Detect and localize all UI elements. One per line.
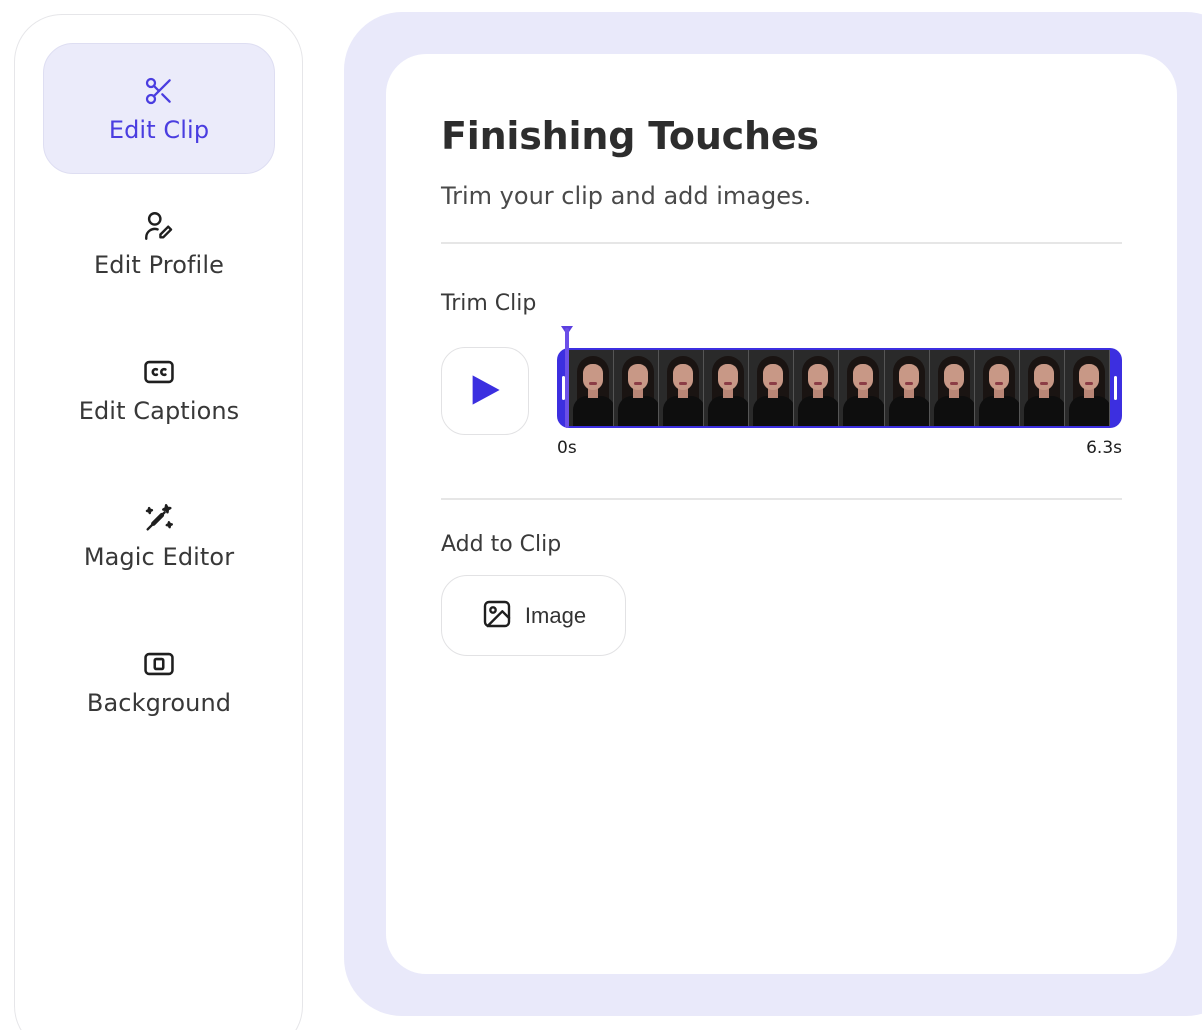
image-icon bbox=[481, 598, 513, 633]
video-frame-thumbnail bbox=[749, 350, 795, 426]
video-frame-thumbnail bbox=[659, 350, 705, 426]
sidebar-item-label: Edit Clip bbox=[108, 115, 210, 144]
sidebar-item-label: Edit Profile bbox=[94, 251, 224, 279]
video-frame-thumbnail bbox=[569, 350, 615, 426]
add-image-button-label: Image bbox=[524, 602, 587, 628]
sidebar-item-background[interactable]: Background bbox=[43, 647, 275, 717]
magic-wand-icon bbox=[142, 501, 176, 535]
video-frame-thumbnail bbox=[1064, 350, 1110, 426]
video-frame-thumbnail bbox=[839, 350, 885, 426]
play-icon bbox=[468, 372, 502, 411]
app-root: Edit Clip Edit Profile Edit Captions Mag… bbox=[0, 0, 1202, 1030]
add-image-button[interactable]: Image bbox=[441, 575, 626, 656]
video-frame-thumbnail bbox=[614, 350, 660, 426]
video-frame-thumbnail bbox=[929, 350, 975, 426]
playhead[interactable] bbox=[565, 328, 569, 428]
trim-clip-label: Trim Clip bbox=[441, 291, 537, 316]
page-title: Finishing Touches bbox=[441, 114, 819, 158]
sidebar: Edit Clip Edit Profile Edit Captions Mag… bbox=[14, 14, 303, 1030]
divider bbox=[441, 498, 1122, 500]
sidebar-item-label: Background bbox=[86, 689, 232, 717]
trim-start-time: 0s bbox=[557, 438, 577, 458]
play-button[interactable] bbox=[441, 347, 529, 435]
video-frame-thumbnail bbox=[1019, 350, 1065, 426]
sidebar-item-edit-captions[interactable]: Edit Captions bbox=[43, 355, 275, 425]
video-frame-thumbnail bbox=[974, 350, 1020, 426]
timeline-track bbox=[557, 348, 1122, 428]
trim-end-time: 6.3s bbox=[1086, 438, 1122, 458]
page-subtitle: Trim your clip and add images. bbox=[441, 182, 812, 210]
user-edit-icon bbox=[142, 209, 176, 243]
scissors-icon bbox=[142, 74, 176, 108]
add-to-clip-label: Add to Clip bbox=[441, 532, 562, 557]
sidebar-item-label: Magic Editor bbox=[83, 543, 235, 571]
divider bbox=[441, 242, 1122, 244]
sidebar-item-edit-clip[interactable]: Edit Clip bbox=[43, 43, 275, 174]
sidebar-item-magic-editor[interactable]: Magic Editor bbox=[43, 501, 275, 571]
closed-captions-icon bbox=[142, 355, 176, 389]
frame-strip bbox=[569, 350, 1110, 426]
sidebar-item-label: Edit Captions bbox=[78, 397, 240, 425]
sidebar-item-edit-profile[interactable]: Edit Profile bbox=[43, 209, 275, 279]
video-frame-thumbnail bbox=[704, 350, 750, 426]
trim-timeline[interactable] bbox=[557, 326, 1122, 428]
video-frame-thumbnail bbox=[884, 350, 930, 426]
background-icon bbox=[142, 647, 176, 681]
video-frame-thumbnail bbox=[794, 350, 840, 426]
trim-handle-right[interactable] bbox=[1114, 376, 1117, 400]
finishing-touches-card: Finishing Touches Trim your clip and add… bbox=[386, 54, 1177, 974]
